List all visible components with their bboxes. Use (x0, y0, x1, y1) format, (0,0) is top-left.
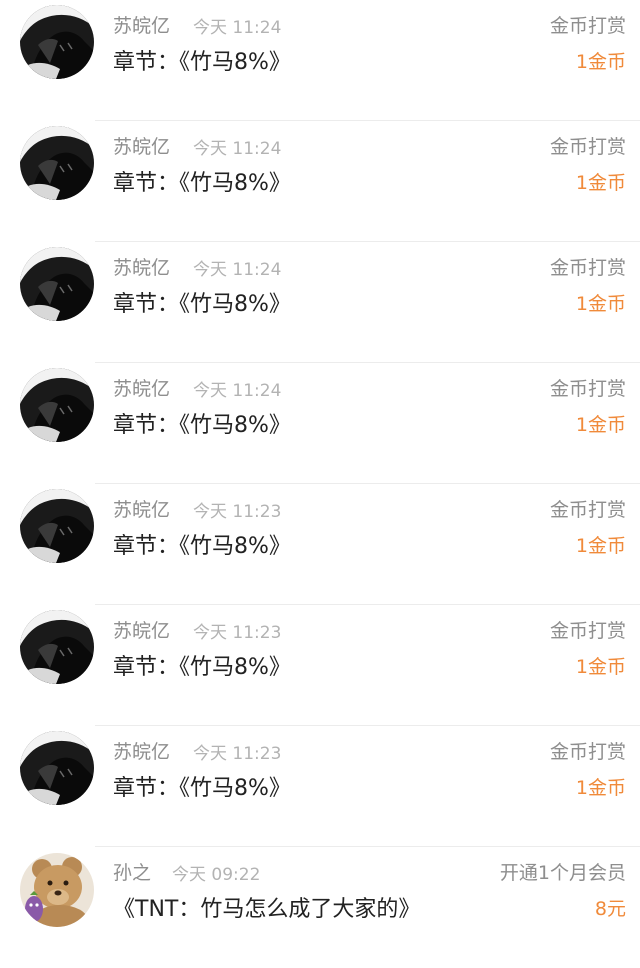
reward-type: 金币打赏 (549, 378, 626, 400)
username: 苏皖亿 (113, 15, 171, 37)
timestamp: 今天 11:23 (193, 623, 282, 643)
timestamp: 今天 11:23 (193, 502, 282, 522)
dark-anime-avatar-icon[interactable] (20, 610, 94, 684)
username: 苏皖亿 (113, 741, 171, 763)
reward-amount: 1金币 (575, 414, 626, 436)
timestamp: 今天 11:24 (193, 139, 282, 159)
teddy-bear-avatar-icon[interactable] (20, 853, 94, 927)
dark-anime-avatar-icon[interactable] (20, 731, 94, 805)
reward-type: 开通1个月会员 (499, 862, 626, 884)
reward-content: 章节：《竹马8%》 (113, 655, 291, 680)
dark-anime-avatar-icon[interactable] (20, 5, 94, 79)
reward-record-list: 苏皖亿 今天 11:24 金币打赏 章节：《竹马8%》 1金币 苏皖亿 今天 1… (0, 0, 640, 955)
username: 苏皖亿 (113, 257, 171, 279)
record-row[interactable]: 苏皖亿 今天 11:23 金币打赏 章节：《竹马8%》 1金币 (0, 726, 640, 847)
username: 孙之 (113, 862, 152, 884)
reward-type: 金币打赏 (549, 499, 626, 521)
reward-amount: 1金币 (575, 535, 626, 557)
dark-anime-avatar-icon[interactable] (20, 368, 94, 442)
reward-content: 章节：《竹马8%》 (113, 534, 291, 559)
dark-anime-avatar-icon[interactable] (20, 126, 94, 200)
record-row[interactable]: 苏皖亿 今天 11:24 金币打赏 章节：《竹马8%》 1金币 (0, 121, 640, 242)
timestamp: 今天 11:23 (193, 744, 282, 764)
record-row[interactable]: 孙之 今天 09:22 开通1个月会员 《TNT：竹马怎么成了大家的》 8元 (0, 847, 640, 968)
reward-content: 《TNT：竹马怎么成了大家的》 (113, 897, 421, 922)
reward-type: 金币打赏 (549, 741, 626, 763)
reward-content: 章节：《竹马8%》 (113, 292, 291, 317)
reward-type: 金币打赏 (549, 136, 626, 158)
reward-content: 章节：《竹马8%》 (113, 50, 291, 75)
timestamp: 今天 11:24 (193, 260, 282, 280)
username: 苏皖亿 (113, 620, 171, 642)
reward-amount: 1金币 (575, 293, 626, 315)
reward-content: 章节：《竹马8%》 (113, 776, 291, 801)
reward-content: 章节：《竹马8%》 (113, 413, 291, 438)
reward-type: 金币打赏 (549, 257, 626, 279)
reward-amount: 1金币 (575, 172, 626, 194)
reward-amount: 1金币 (575, 51, 626, 73)
dark-anime-avatar-icon[interactable] (20, 247, 94, 321)
timestamp: 今天 09:22 (172, 865, 261, 885)
reward-type: 金币打赏 (549, 620, 626, 642)
reward-content: 章节：《竹马8%》 (113, 171, 291, 196)
reward-amount: 1金币 (575, 777, 626, 799)
reward-type: 金币打赏 (549, 15, 626, 37)
record-row[interactable]: 苏皖亿 今天 11:24 金币打赏 章节：《竹马8%》 1金币 (0, 363, 640, 484)
username: 苏皖亿 (113, 499, 171, 521)
record-row[interactable]: 苏皖亿 今天 11:24 金币打赏 章节：《竹马8%》 1金币 (0, 0, 640, 121)
record-row[interactable]: 苏皖亿 今天 11:23 金币打赏 章节：《竹马8%》 1金币 (0, 605, 640, 726)
reward-amount: 8元 (594, 898, 626, 920)
username: 苏皖亿 (113, 378, 171, 400)
timestamp: 今天 11:24 (193, 381, 282, 401)
username: 苏皖亿 (113, 136, 171, 158)
reward-amount: 1金币 (575, 656, 626, 678)
record-row[interactable]: 苏皖亿 今天 11:23 金币打赏 章节：《竹马8%》 1金币 (0, 484, 640, 605)
dark-anime-avatar-icon[interactable] (20, 489, 94, 563)
record-row[interactable]: 苏皖亿 今天 11:24 金币打赏 章节：《竹马8%》 1金币 (0, 242, 640, 363)
timestamp: 今天 11:24 (193, 18, 282, 38)
